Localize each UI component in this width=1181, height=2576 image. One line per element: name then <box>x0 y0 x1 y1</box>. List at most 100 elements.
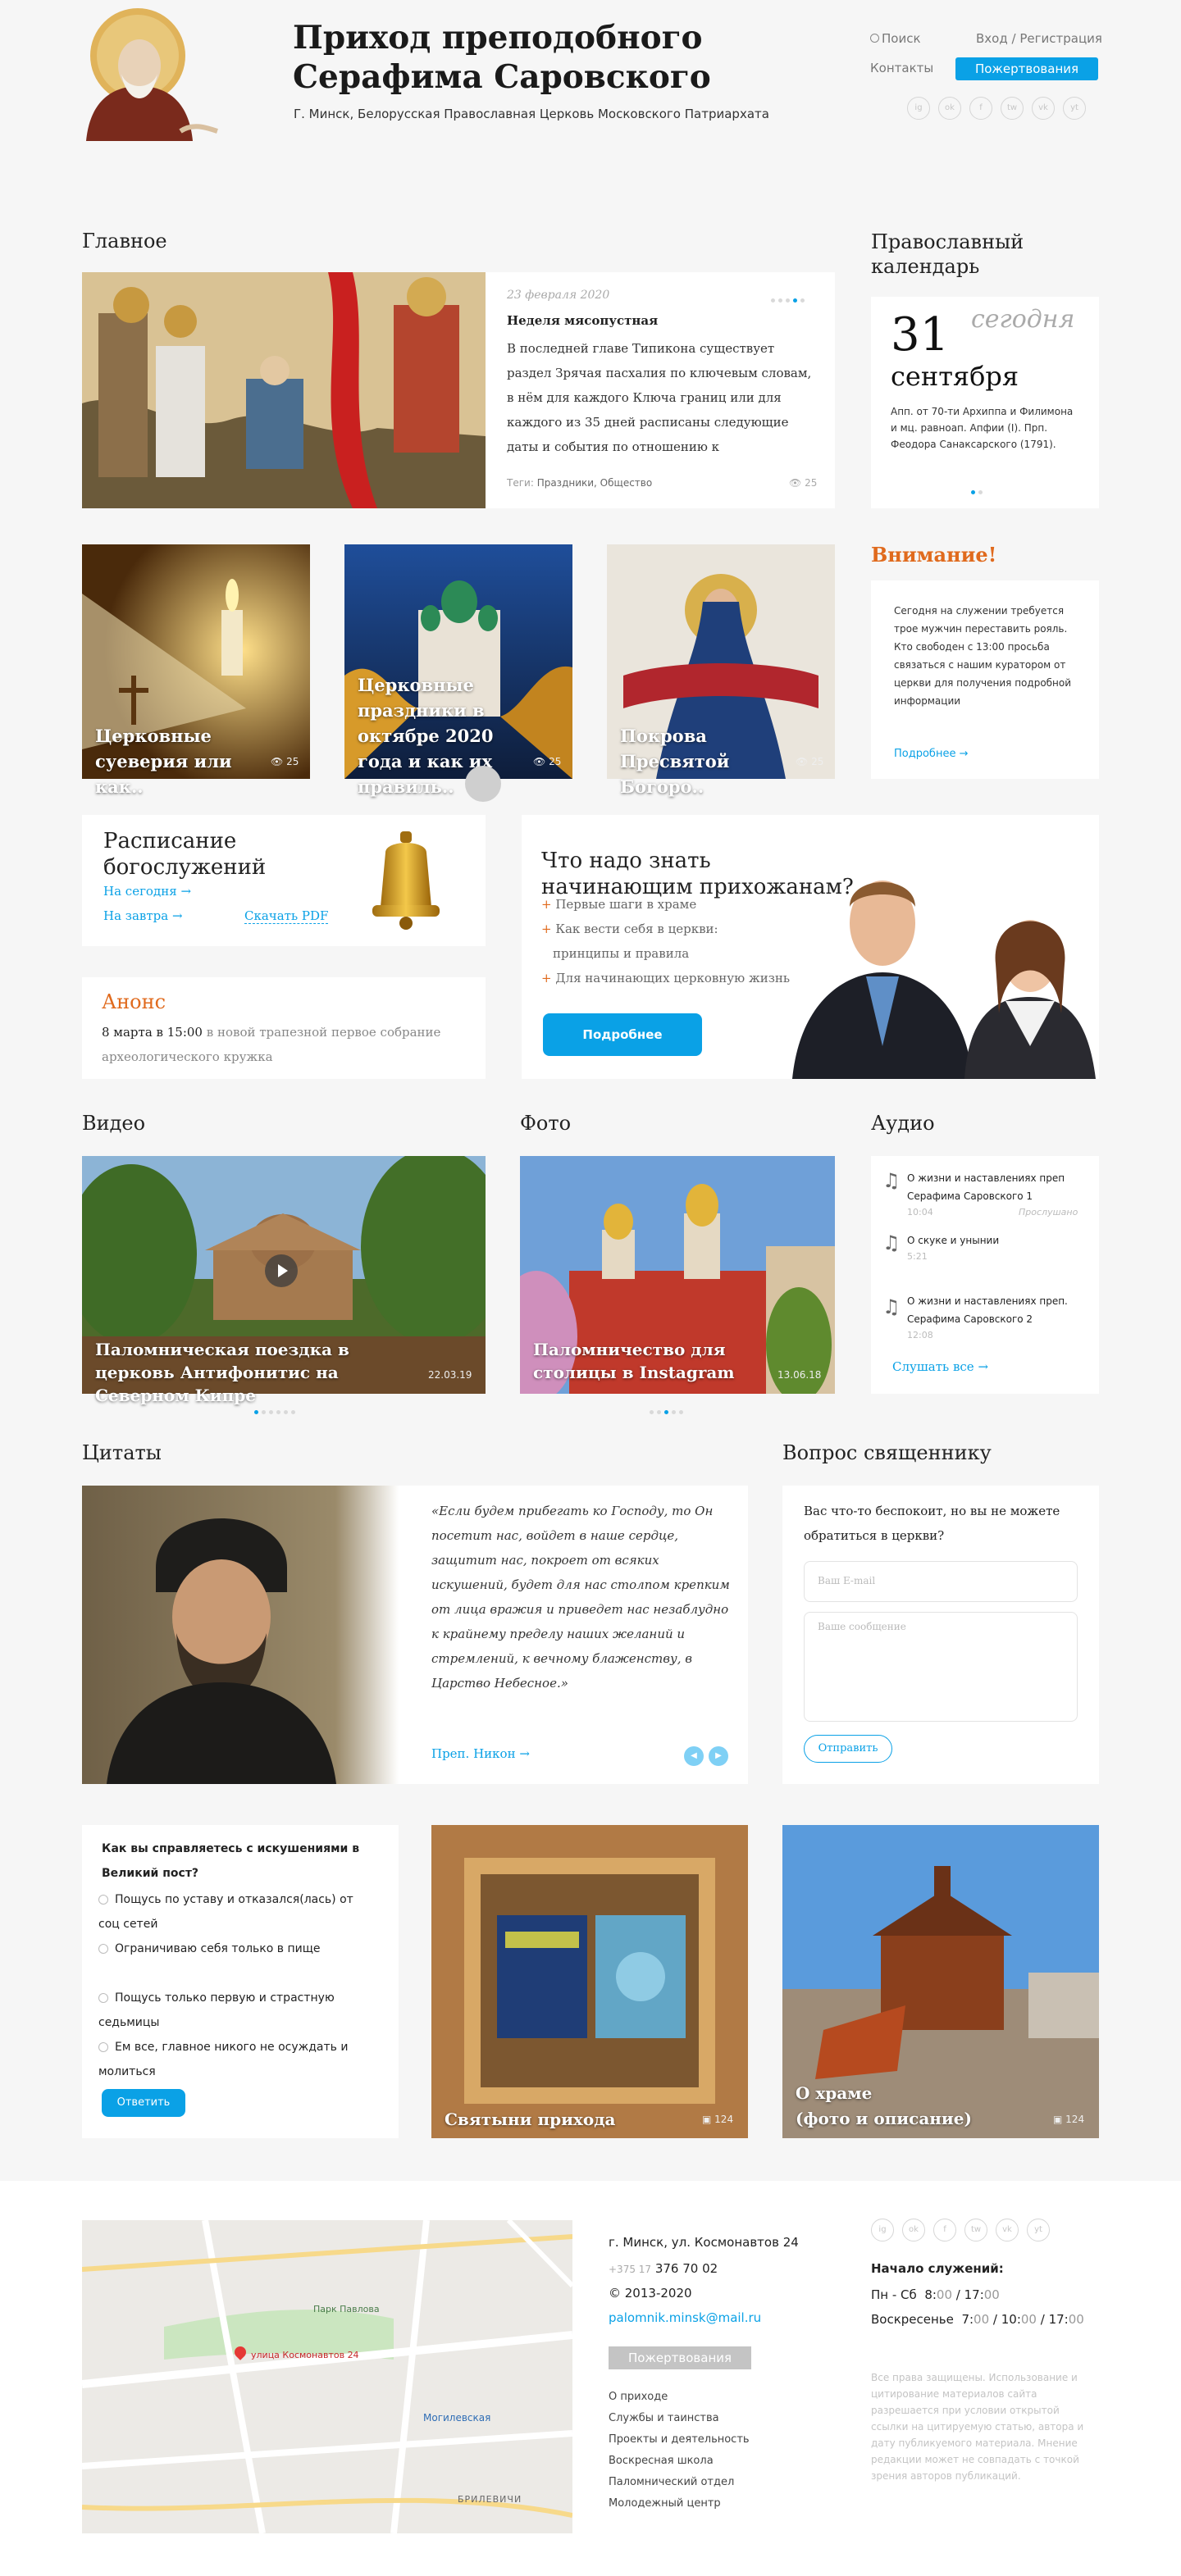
video-date: 22.03.19 <box>428 1369 472 1381</box>
anons-card: Анонс 8 марта в 15:00 в новой трапезной … <box>82 977 486 1079</box>
news-pager[interactable] <box>769 290 806 306</box>
shrines-caption[interactable]: Святыни прихода <box>445 2107 615 2132</box>
main-news-image[interactable] <box>82 272 486 508</box>
chevron-right-icon: ▶ <box>715 1751 722 1760</box>
tile-holidays-title[interactable]: Церковные праздники в октябре 2020 года … <box>358 672 533 799</box>
newcomers-more-button[interactable]: Подробнее <box>543 1013 702 1056</box>
map-label-metro: Могилевская <box>423 2412 491 2424</box>
twitter-icon[interactable]: tw <box>1001 97 1024 120</box>
news-tags: Теги: Праздники, Общество <box>507 477 652 489</box>
search-link[interactable]: Поиск <box>870 31 921 46</box>
calendar-card: 31 сегодня сентября Апп. от 70-ти Архипп… <box>871 297 1099 508</box>
calendar-pager[interactable] <box>969 482 984 498</box>
search-icon <box>870 34 879 43</box>
shrines-image[interactable] <box>431 1825 748 2138</box>
poll-option[interactable]: Пощусь только первую и страстную седьмиц… <box>98 1986 369 2035</box>
footer-link[interactable]: Молодежный центр <box>609 2497 721 2510</box>
schedule-card: Расписание богослужений На сегодня → На … <box>82 815 486 946</box>
facebook-icon[interactable]: f <box>969 97 992 120</box>
audio-title: Аудио <box>871 1112 935 1135</box>
instagram-icon[interactable]: ig <box>907 97 930 120</box>
photo-pager[interactable] <box>648 1402 685 1418</box>
video-pager[interactable] <box>253 1402 297 1418</box>
vk-icon[interactable]: vk <box>1032 97 1055 120</box>
arrow-right-icon: → <box>172 908 183 923</box>
register-link[interactable]: Регистрация <box>1019 31 1102 46</box>
poll-option[interactable]: Ем все, главное никого не осуждать и мол… <box>98 2035 369 2084</box>
footer-phone[interactable]: +375 17 376 70 02 <box>609 2261 718 2276</box>
schedule-tomorrow-link[interactable]: На завтра → <box>103 908 183 923</box>
tags-list[interactable]: Праздники, Общество <box>537 477 653 489</box>
temple-caption-line2: (фото и описание) <box>796 2109 972 2128</box>
newcomers-item[interactable]: + Как вести себя в церкви: <box>541 917 790 941</box>
map-label-park: Парк Павлова <box>313 2304 380 2314</box>
newcomers-item[interactable]: + Первые шаги в храме <box>541 892 790 917</box>
quote-prev-button[interactable]: ◀ <box>684 1746 704 1766</box>
arrow-right-icon: → <box>180 884 192 899</box>
main-news-card: 23 февраля 2020 Неделя мясопустная В пос… <box>486 272 835 508</box>
attention-more-link[interactable]: Подробнее → <box>894 748 968 760</box>
footer-link[interactable]: Воскресная школа <box>609 2455 714 2467</box>
video-title: Видео <box>82 1112 146 1135</box>
footer-link[interactable]: Проекты и деятельность <box>609 2433 750 2446</box>
quotes-title: Цитаты <box>82 1441 162 1464</box>
photo-caption[interactable]: Паломничество для столицы в Instagram <box>533 1338 746 1384</box>
download-pdf-link[interactable]: Скачать PDF <box>244 908 329 924</box>
twitter-icon[interactable]: tw <box>964 2219 987 2241</box>
news-headline[interactable]: Неделя мясопустная <box>507 313 658 328</box>
footer-link[interactable]: Паломнический отдел <box>609 2476 734 2488</box>
listen-all-link[interactable]: Слушать все → <box>892 1359 988 1374</box>
news-text: В последней главе Типикона существует ра… <box>507 341 812 454</box>
schedule-title: Расписание богослужений <box>103 829 267 880</box>
newcomers-card: Что надо знать начинающим прихожанам? + … <box>522 815 1099 1079</box>
radio-button[interactable] <box>98 2042 108 2052</box>
poll-option[interactable]: Пощусь по уставу и отказался(лась) от со… <box>98 1887 369 1937</box>
email-field[interactable]: Ваш E-mail <box>804 1561 1078 1602</box>
vk-icon[interactable]: vk <box>996 2219 1019 2241</box>
poll-option[interactable]: Ограничиваю себя только в пище <box>98 1937 369 1961</box>
eye-icon: 👁 <box>271 756 284 767</box>
question-title: Вопрос священнику <box>782 1441 992 1464</box>
schedule-today-link[interactable]: На сегодня → <box>103 884 191 899</box>
main-section-title: Главное <box>82 230 167 253</box>
logo-icon[interactable] <box>82 8 221 141</box>
audio-item-title: О жизни и наставлениях преп Серафима Сар… <box>907 1172 1065 1202</box>
newcomers-item[interactable]: + Для начинающих церковную жизнь <box>541 966 790 990</box>
radio-button[interactable] <box>98 1895 108 1905</box>
instagram-icon[interactable]: ig <box>871 2219 894 2241</box>
radio-button[interactable] <box>98 1993 108 2003</box>
send-button[interactable]: Отправить <box>804 1735 892 1763</box>
tile-superstitions-title[interactable]: Церковные суеверия или как.. <box>95 723 267 799</box>
eye-icon: 👁 <box>796 756 809 767</box>
message-field[interactable]: Ваше сообщение <box>804 1612 1078 1722</box>
youtube-icon[interactable]: yt <box>1027 2219 1050 2241</box>
play-icon[interactable] <box>265 1254 298 1287</box>
odnoklassniki-icon[interactable]: ok <box>938 97 961 120</box>
radio-button[interactable] <box>98 1944 108 1954</box>
footer-link[interactable]: Службы и таинства <box>609 2412 719 2424</box>
facebook-icon[interactable]: f <box>933 2219 956 2241</box>
quote-author-link[interactable]: Преп. Никон → <box>431 1746 530 1761</box>
contacts-link[interactable]: Контакты <box>870 61 933 75</box>
youtube-icon[interactable]: yt <box>1063 97 1086 120</box>
video-caption[interactable]: Паломническая поездка в церковь Антифони… <box>95 1338 407 1407</box>
scroll-indicator[interactable] <box>465 766 501 802</box>
quote-next-button[interactable]: ▶ <box>709 1746 728 1766</box>
plus-icon: + <box>541 971 556 985</box>
temple-caption[interactable]: О храме (фото и описание) <box>796 2081 972 2132</box>
footer-donate-button[interactable]: Пожертвования <box>609 2346 751 2369</box>
phone-prefix: +375 17 <box>609 2264 652 2275</box>
footer-email[interactable]: palomnik.minsk@mail.ru <box>609 2310 761 2325</box>
quote-text: «Если будем прибегать ко Господу, то Он … <box>431 1504 730 1691</box>
footer-link[interactable]: О приходе <box>609 2391 668 2403</box>
services-sunday: Воскресенье 7:00 / 10:00 / 17:00 <box>871 2312 1084 2327</box>
tile-pokrova-title[interactable]: Покрова Пресвятой Богоро.. <box>620 723 792 799</box>
odnoklassniki-icon[interactable]: ok <box>902 2219 925 2241</box>
poll-answer-button[interactable]: Ответить <box>102 2089 185 2117</box>
footer-map[interactable]: Парк Павлова улица Космонавтов 24 Могиле… <box>82 2220 572 2533</box>
donate-button[interactable]: Пожертвования <box>955 57 1098 80</box>
site-title-line1: Приход преподобного <box>293 19 703 57</box>
site-title-line2: Серафима Саровского <box>293 58 711 96</box>
login-link[interactable]: Вход <box>976 31 1008 46</box>
map-pin-label[interactable]: улица Космонавтов 24 <box>232 2344 359 2360</box>
